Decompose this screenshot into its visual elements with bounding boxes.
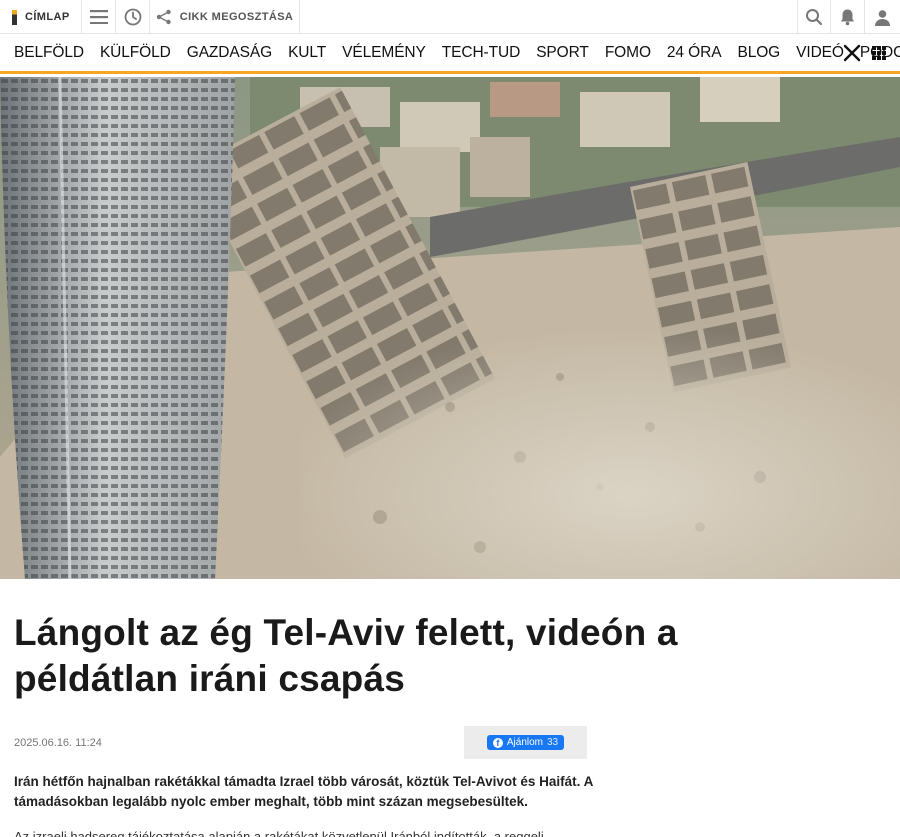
user-button[interactable] — [865, 0, 900, 34]
nav-item-belfold[interactable]: BELFÖLD — [14, 44, 84, 62]
share-button[interactable]: CIKK MEGOSZTÁSA — [150, 0, 300, 34]
nav-item-tech-tud[interactable]: TECH-TUD — [442, 44, 521, 62]
menu-icon — [89, 10, 108, 24]
notifications-button[interactable] — [831, 0, 865, 34]
share-label: CIKK MEGOSZTÁSA — [179, 11, 294, 23]
clock-icon — [124, 8, 141, 26]
nav-item-video[interactable]: VIDEÓ — [796, 44, 844, 62]
facebook-like-box: f Ajánlom 33 — [464, 726, 587, 759]
x-logo-icon[interactable] — [843, 44, 861, 62]
nav-item-kulfold[interactable]: KÜLFÖLD — [100, 44, 171, 62]
share-icon — [156, 9, 171, 25]
article-title: Lángolt az ég Tel-Aviv felett, videón a … — [14, 612, 678, 699]
nav-item-sport[interactable]: SPORT — [536, 44, 589, 62]
search-button[interactable] — [797, 0, 831, 34]
menu-button[interactable] — [82, 0, 116, 34]
nav-item-fomo[interactable]: FOMO — [605, 44, 651, 62]
home-link[interactable]: CÍMLAP — [0, 0, 82, 34]
nav-item-velemeny[interactable]: VÉLEMÉNY — [342, 44, 426, 62]
top-bar: CÍMLAP CIKK MEGOSZTÁSA — [0, 0, 900, 34]
nav-item-kult[interactable]: KULT — [288, 44, 326, 62]
article-lead: Irán hétfőn hajnalban rakétákkal támadta… — [14, 774, 593, 809]
recent-button[interactable] — [116, 0, 150, 34]
nav-item-blog[interactable]: BLOG — [737, 44, 780, 62]
main-nav: BELFÖLD KÜLFÖLD GAZDASÁG KULT VÉLEMÉNY T… — [0, 34, 900, 74]
publish-date: 2025.06.16. 11:24 — [14, 737, 102, 749]
search-icon — [806, 9, 823, 26]
article-body: Az izraeli hadsereg tájékoztatása alapjá… — [14, 829, 544, 837]
hero-image[interactable] — [0, 77, 900, 579]
bell-icon — [841, 9, 854, 26]
apps-grid-icon[interactable] — [872, 46, 886, 60]
facebook-recommend-label: Ajánlom — [506, 737, 543, 748]
facebook-icon: f — [492, 737, 503, 748]
hero-photo — [0, 77, 900, 579]
facebook-recommend-button[interactable]: f Ajánlom 33 — [486, 735, 565, 750]
home-label: CÍMLAP — [25, 11, 70, 23]
user-icon — [875, 9, 890, 26]
nav-item-24-ora[interactable]: 24 ÓRA — [667, 44, 722, 62]
article-meta: 2025.06.16. 11:24 f Ajánlom 33 — [14, 726, 587, 759]
facebook-recommend-count: 33 — [547, 737, 559, 748]
logo-bar-icon — [12, 9, 17, 25]
nav-list: BELFÖLD KÜLFÖLD GAZDASÁG KULT VÉLEMÉNY T… — [14, 34, 900, 71]
nav-item-gazdasag[interactable]: GAZDASÁG — [187, 44, 272, 62]
